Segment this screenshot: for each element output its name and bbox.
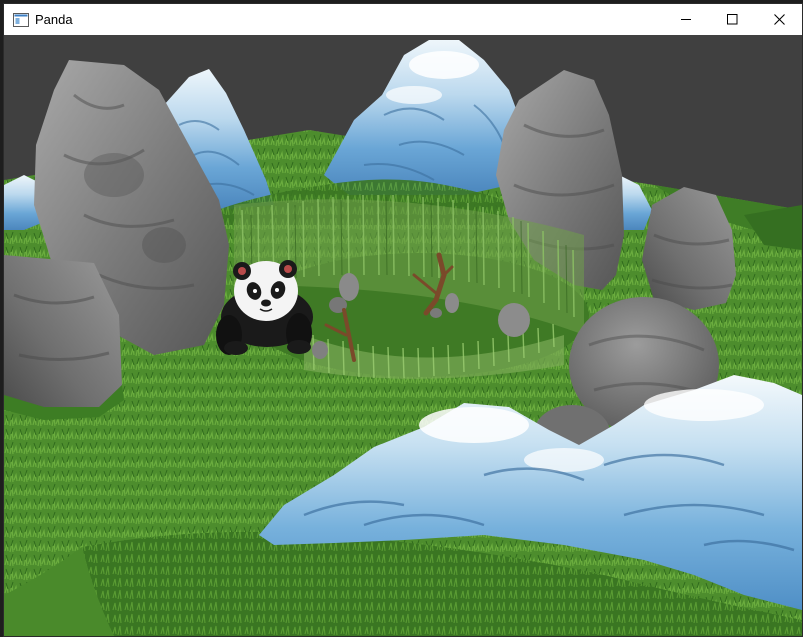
window-title: Panda <box>35 12 73 27</box>
minimize-icon <box>680 19 691 20</box>
close-icon <box>773 14 785 25</box>
app-window: Panda <box>3 3 803 637</box>
close-button[interactable] <box>756 4 802 35</box>
title-bar[interactable]: Panda <box>4 4 802 35</box>
maximize-icon <box>726 14 737 25</box>
minimize-button[interactable] <box>663 4 709 35</box>
game-viewport[interactable] <box>4 35 802 636</box>
maximize-button[interactable] <box>709 4 755 35</box>
app-window-icon <box>13 13 29 27</box>
